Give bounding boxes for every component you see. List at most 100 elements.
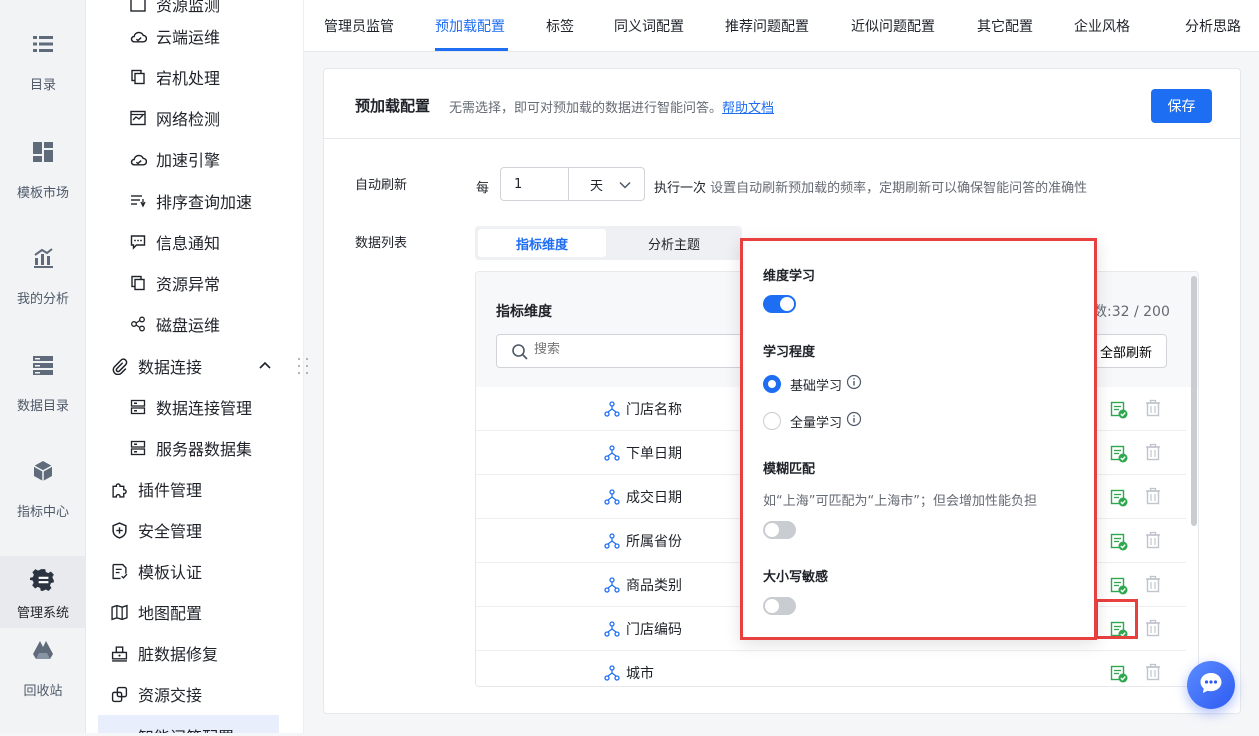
rail-item-template-market[interactable]: 模板市场 — [0, 138, 86, 238]
fuzzy-match-toggle[interactable] — [763, 521, 796, 539]
sort-icon — [129, 192, 147, 210]
tab-similar-questions[interactable]: 近似问题配置 — [851, 16, 935, 36]
nav-item-disk-ops[interactable]: 磁盘运维 — [129, 312, 220, 336]
segment-metrics-dimensions[interactable]: 指标维度 — [478, 229, 606, 257]
dimension-icon — [604, 533, 620, 553]
dimension-icon — [604, 665, 620, 685]
monitor-icon — [129, 0, 147, 13]
delete-icon[interactable] — [1144, 531, 1162, 553]
dimension-icon — [604, 401, 620, 421]
server-icon — [129, 398, 147, 416]
auto-refresh-label: 自动刷新 — [355, 178, 408, 193]
copy-icon — [129, 68, 147, 86]
delete-icon[interactable] — [1144, 487, 1162, 509]
nav-item-qa-config[interactable]: 智能问答配置 — [98, 715, 279, 733]
delete-icon[interactable] — [1144, 575, 1162, 597]
nav-item-server-dataset[interactable]: 服务器数据集 — [129, 436, 252, 460]
chevron-down-icon — [618, 178, 632, 196]
nav-item-acceleration[interactable]: 加速引擎 — [129, 147, 220, 171]
tab-admin-supervision[interactable]: 管理员监管 — [324, 16, 394, 36]
fuzzy-match-title: 模糊匹配 — [763, 462, 816, 477]
nav-item-cloud-ops[interactable]: 云端运维 — [129, 24, 220, 48]
help-doc-link[interactable]: 帮助文档 — [722, 101, 774, 116]
info-icon[interactable] — [846, 411, 862, 431]
config-icon[interactable] — [1110, 665, 1128, 686]
refresh-unit-select[interactable]: 天 — [568, 167, 645, 201]
config-icon[interactable] — [1110, 577, 1128, 599]
list-type-segmented: 指标维度 分析主题 — [475, 226, 742, 260]
delete-icon[interactable] — [1144, 663, 1162, 685]
resize-handle[interactable] — [298, 358, 310, 376]
nav-group-data-connection[interactable]: 数据连接 — [110, 354, 300, 378]
nav-item-resource-anomaly[interactable]: 资源异常 — [129, 271, 220, 295]
nav-item-resource-monitor[interactable]: 资源监测 — [129, 0, 220, 16]
rail-item-data-catalog[interactable]: 数据目录 — [0, 351, 86, 451]
scrollbar-thumb[interactable] — [1191, 276, 1197, 526]
nav-item-resource-handover[interactable]: 资源交接 — [110, 682, 202, 706]
nav-item-plugin-manage[interactable]: 插件管理 — [110, 477, 202, 501]
delete-icon[interactable] — [1144, 619, 1162, 641]
search-input[interactable] — [534, 342, 754, 357]
message-icon — [129, 233, 147, 251]
certificate-icon — [110, 562, 128, 580]
segment-analysis-topics[interactable]: 分析主题 — [610, 229, 738, 257]
radio-basic-learning[interactable]: 基础学习 — [763, 374, 862, 394]
save-button[interactable]: 保存 — [1151, 89, 1212, 123]
refresh-interval-input[interactable] — [500, 167, 569, 201]
config-icon[interactable] — [1110, 401, 1128, 423]
page-description: 无需选择，即可对预加载的数据进行智能问答。帮助文档 — [449, 101, 775, 116]
catalog-icon — [29, 30, 57, 58]
config-icon[interactable] — [1110, 445, 1128, 467]
nav-item-data-connection-manage[interactable]: 数据连接管理 — [129, 395, 252, 419]
tab-preload-config[interactable]: 预加载配置 — [435, 16, 505, 36]
rail-item-my-analysis[interactable]: 我的分析 — [0, 244, 86, 344]
tab-tags[interactable]: 标签 — [546, 16, 574, 36]
nav-item-dirty-data[interactable]: 脏数据修复 — [110, 641, 218, 665]
case-sensitive-title: 大小写敏感 — [763, 570, 829, 585]
nav-item-downtime[interactable]: 宕机处理 — [129, 65, 220, 89]
rail-label: 我的分析 — [16, 292, 69, 307]
rail-item-management-system[interactable]: 管理系统 — [0, 556, 86, 628]
nav-item-map-config[interactable]: 地图配置 — [110, 600, 202, 624]
template-market-icon — [29, 138, 57, 166]
nav-item-network-check[interactable]: 网络检测 — [129, 106, 220, 130]
tab-recommended-questions[interactable]: 推荐问题配置 — [725, 16, 809, 36]
rail-item-catalog[interactable]: 目录 — [0, 30, 86, 130]
config-tabs: 管理员监管 预加载配置 标签 同义词配置 推荐问题配置 近似问题配置 其它配置 … — [304, 0, 1259, 52]
delete-icon[interactable] — [1144, 399, 1162, 421]
chat-assistant-button[interactable] — [1187, 661, 1235, 709]
active-tab-underline — [435, 48, 508, 51]
info-icon[interactable] — [846, 374, 862, 394]
dimension-icon — [604, 445, 620, 465]
case-sensitive-toggle[interactable] — [763, 597, 796, 615]
nav-item-sort-query[interactable]: 排序查询加速 — [129, 189, 252, 213]
nav-item-security[interactable]: 安全管理 — [110, 518, 202, 542]
rail-label: 指标中心 — [16, 505, 69, 520]
tab-synonym-config[interactable]: 同义词配置 — [614, 16, 684, 36]
dimension-name: 门店名称 — [626, 402, 682, 418]
network-icon — [129, 109, 147, 127]
handover-icon — [110, 685, 128, 703]
delete-icon[interactable] — [1144, 443, 1162, 465]
search-box[interactable] — [496, 334, 766, 368]
tab-analysis-approach[interactable]: 分析思路 — [1185, 16, 1241, 36]
share-icon — [129, 315, 147, 333]
highlight-box — [1095, 599, 1138, 639]
tab-other-config[interactable]: 其它配置 — [977, 16, 1033, 36]
dim-learning-toggle[interactable] — [763, 295, 796, 313]
radio-full-learning[interactable]: 全量学习 — [763, 411, 862, 431]
list-item[interactable]: 城市 — [476, 651, 1186, 686]
nav-item-template-cert[interactable]: 模板认证 — [110, 559, 202, 583]
chevron-up-icon[interactable] — [258, 358, 272, 376]
rail-item-recycle-bin[interactable]: 回收站 — [0, 636, 86, 736]
rail-item-metrics-center[interactable]: 指标中心 — [0, 457, 86, 557]
management-system-icon — [29, 566, 57, 594]
config-icon[interactable] — [1110, 533, 1128, 555]
config-icon[interactable] — [1110, 489, 1128, 511]
refresh-hint: 执行一次 设置自动刷新预加载的频率，定期刷新可以确保智能问答的准确性 — [654, 181, 1088, 196]
tab-enterprise-style[interactable]: 企业风格 — [1074, 16, 1130, 36]
icon-rail: 目录 模板市场 我的分析 数据目录 指标中心 管理系统 回收站 — [0, 0, 86, 733]
dimension-icon — [604, 621, 620, 641]
nav-item-notification[interactable]: 信息通知 — [129, 230, 220, 254]
scrollbar[interactable] — [1188, 272, 1198, 686]
